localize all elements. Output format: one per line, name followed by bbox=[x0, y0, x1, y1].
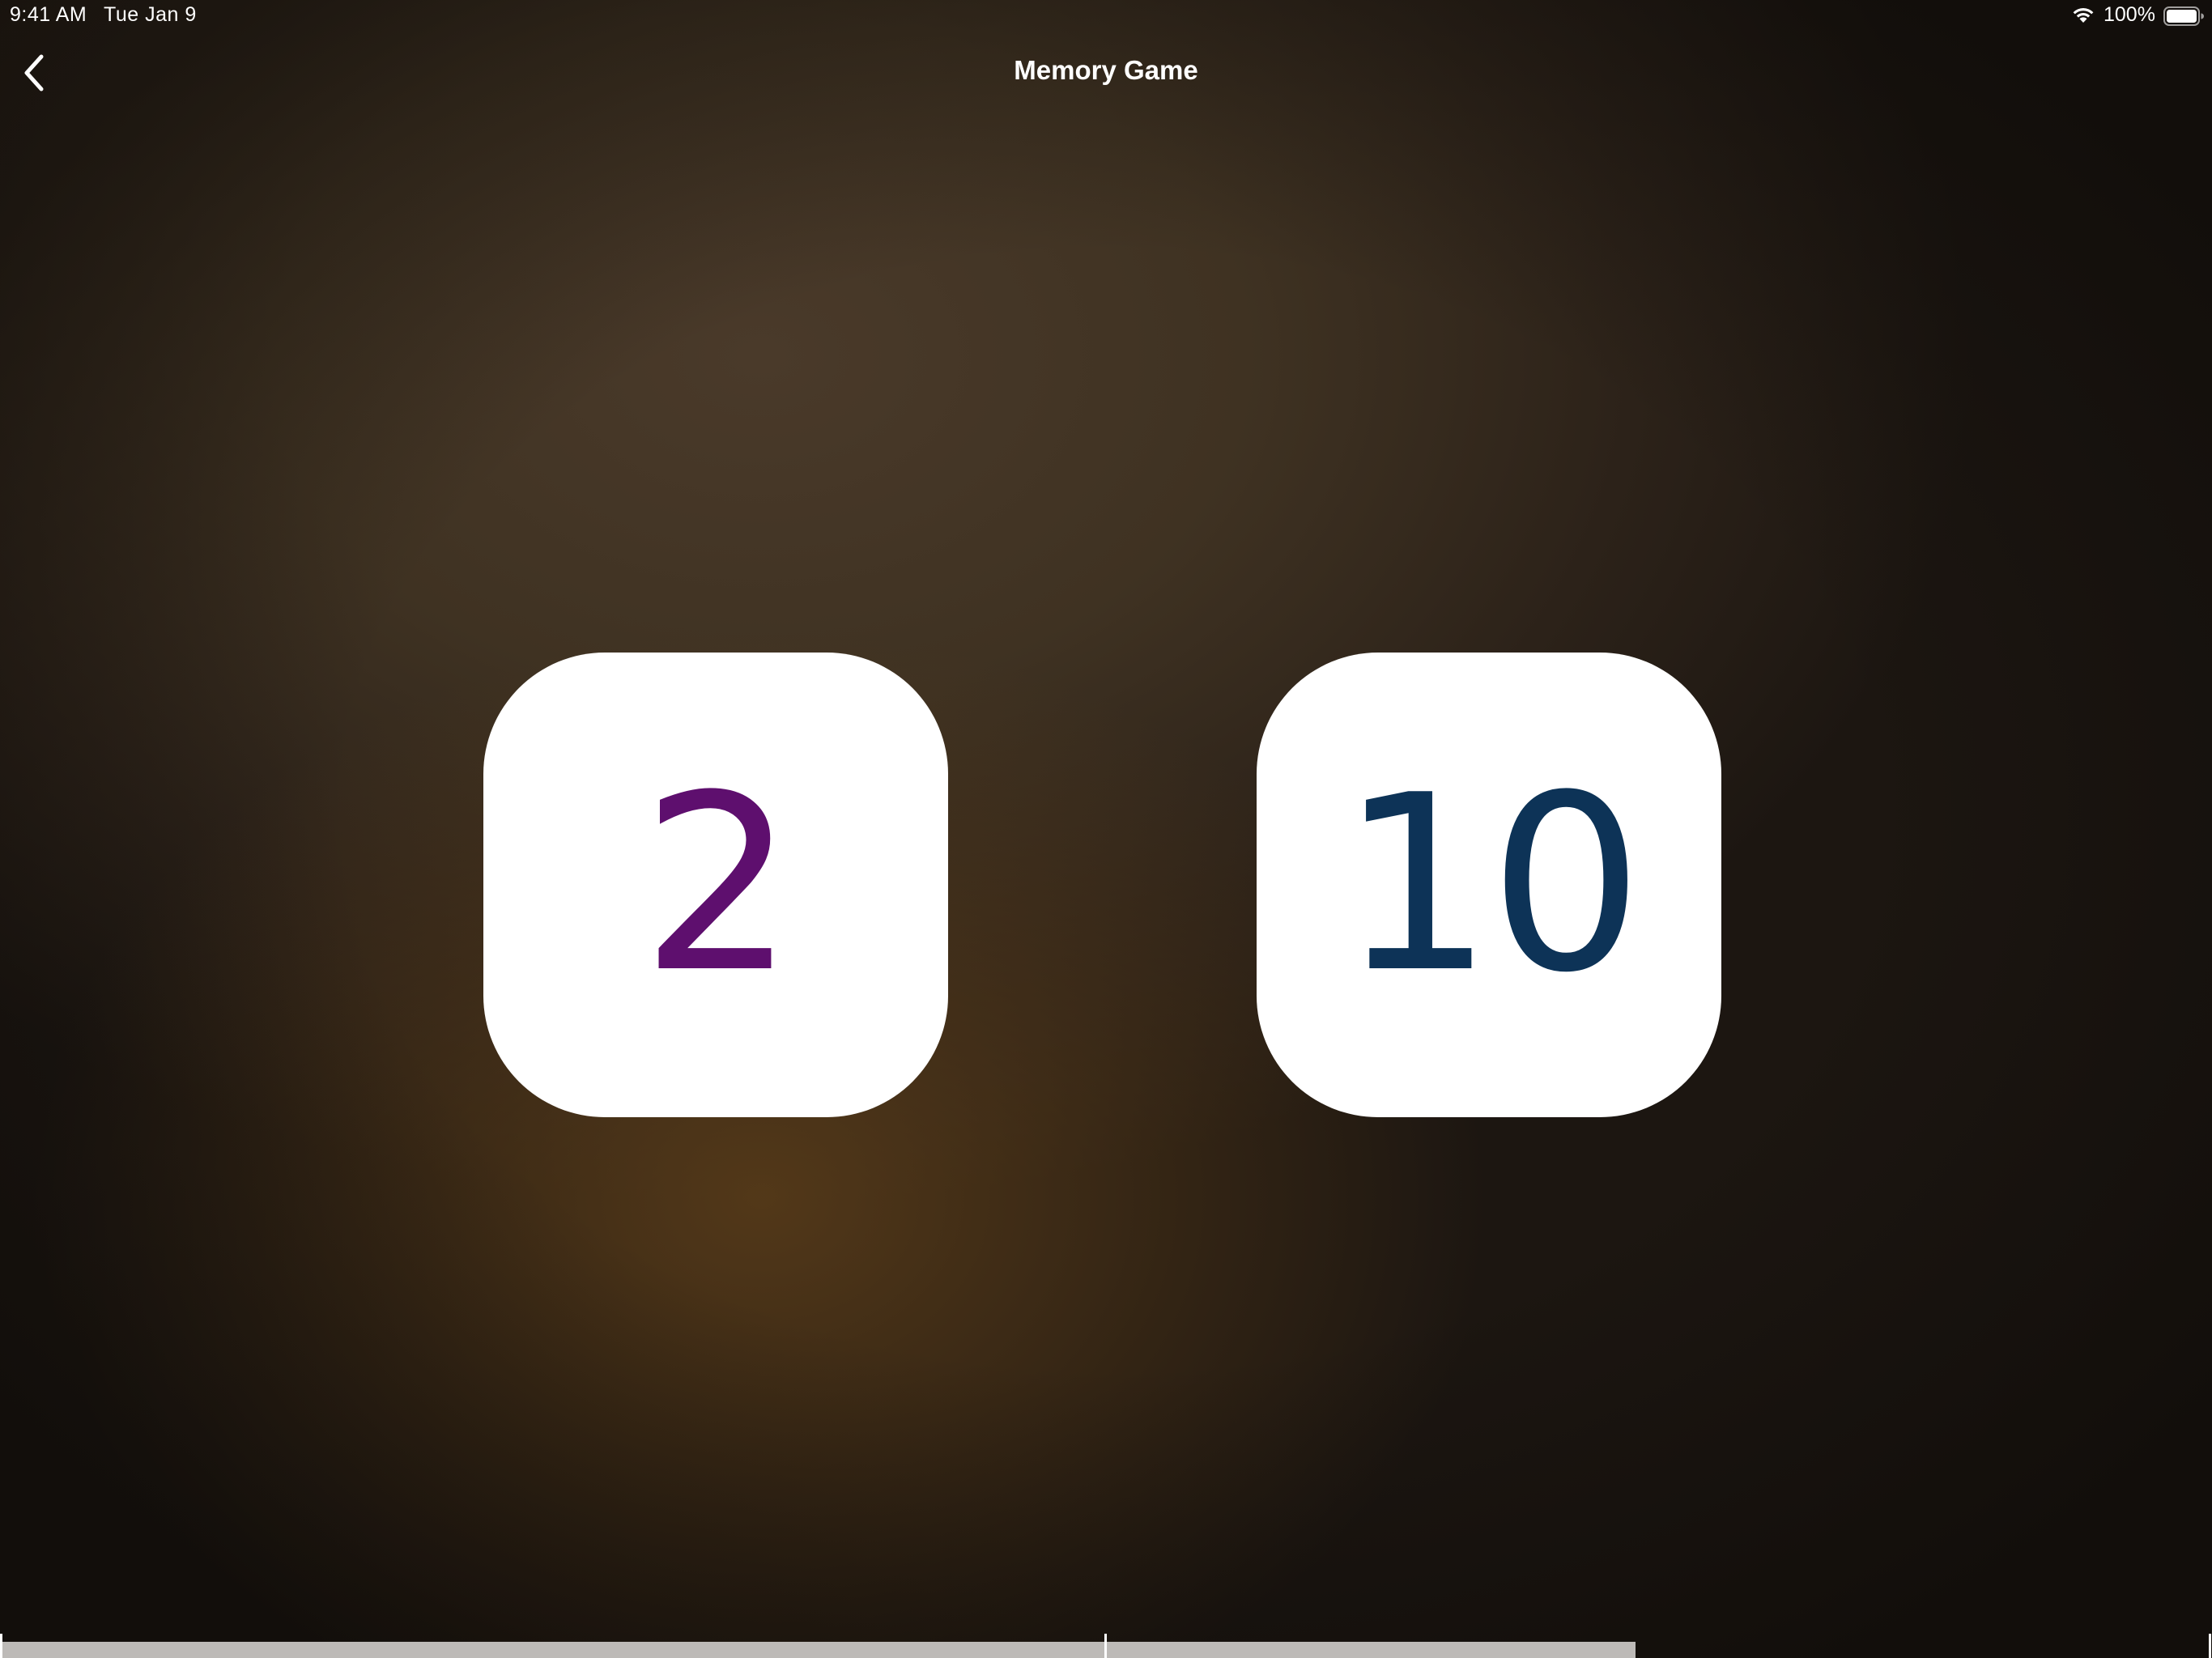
scrubber-tick bbox=[2209, 1634, 2211, 1658]
scrubber-tick bbox=[0, 1634, 2, 1658]
back-button[interactable] bbox=[11, 49, 57, 97]
bottom-scrubber[interactable] bbox=[0, 1642, 1636, 1658]
background-vignette bbox=[0, 0, 2212, 1658]
battery-percent: 100% bbox=[2104, 3, 2155, 26]
memory-card[interactable]: 2 bbox=[483, 653, 948, 1117]
memory-card[interactable]: 10 bbox=[1257, 653, 1721, 1117]
card-value: 10 bbox=[1339, 743, 1644, 1026]
wifi-icon bbox=[2073, 8, 2094, 23]
chevron-left-icon bbox=[24, 54, 44, 91]
status-time: 9:41 AM bbox=[10, 3, 87, 26]
status-date: Tue Jan 9 bbox=[104, 3, 197, 26]
card-value: 2 bbox=[640, 743, 796, 1026]
status-bar: 9:41 AM Tue Jan 9 100% bbox=[0, 0, 2212, 32]
page-title: Memory Game bbox=[1014, 55, 1198, 85]
battery-full-icon bbox=[2163, 6, 2204, 26]
scrubber-tick bbox=[1104, 1634, 1107, 1658]
